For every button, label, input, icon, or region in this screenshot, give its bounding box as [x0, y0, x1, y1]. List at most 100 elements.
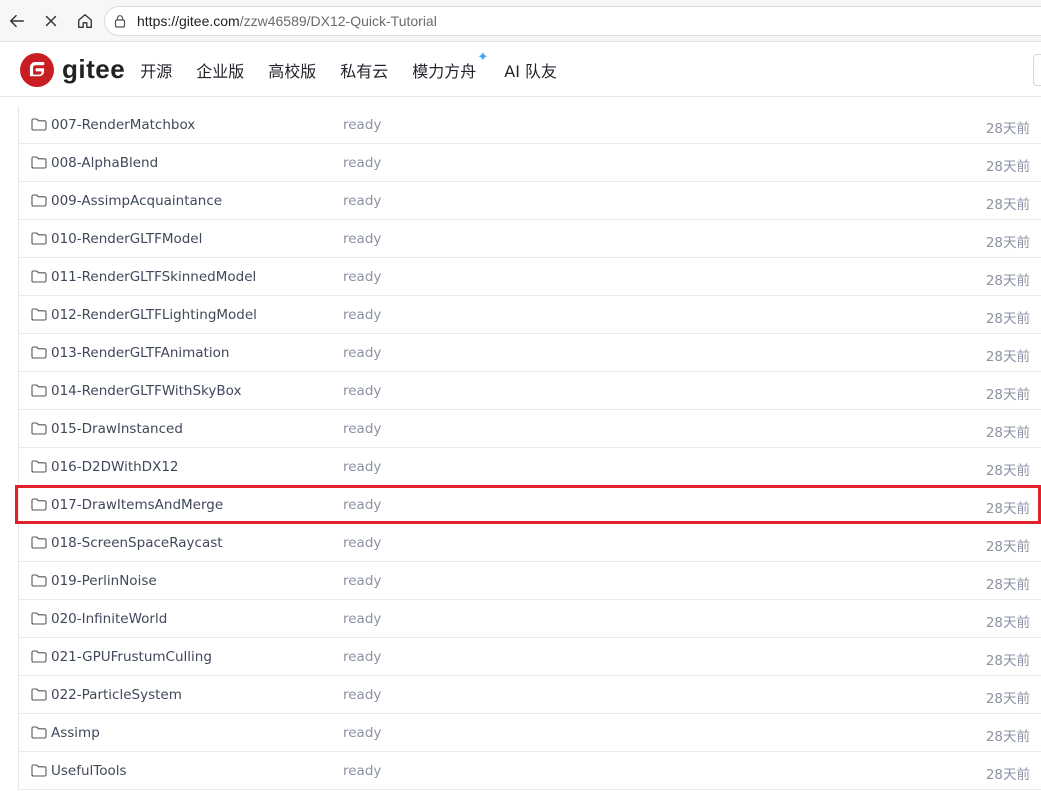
commit-message-link[interactable]: ready	[343, 459, 381, 475]
nav-item-moark[interactable]: 模力方舟 ✦	[412, 50, 488, 82]
commit-time: 28天前	[985, 539, 1030, 555]
commit-time: 28天前	[985, 691, 1030, 707]
commit-message-link[interactable]: ready	[343, 611, 381, 627]
file-name-link[interactable]: 021-GPUFrustumCulling	[51, 649, 212, 665]
file-name-link[interactable]: 019-PerlinNoise	[51, 573, 157, 589]
file-name-link[interactable]: 016-D2DWithDX12	[51, 459, 179, 475]
stop-button[interactable]	[34, 4, 68, 38]
commit-time: 28天前	[985, 729, 1030, 745]
table-row[interactable]: 007-RenderMatchbox ready 28天前	[19, 106, 1041, 144]
nav-item-private-cloud[interactable]: 私有云	[340, 58, 388, 82]
table-row[interactable]: 009-AssimpAcquaintance ready 28天前	[19, 182, 1041, 220]
commit-message-link[interactable]: ready	[343, 535, 381, 551]
table-row[interactable]: 018-ScreenSpaceRaycast ready 28天前	[19, 524, 1041, 562]
folder-icon	[31, 232, 47, 245]
file-name-link[interactable]: 009-AssimpAcquaintance	[51, 193, 222, 209]
table-row[interactable]: 020-InfiniteWorld ready 28天前	[19, 600, 1041, 638]
folder-icon	[31, 764, 47, 777]
table-row[interactable]: Assimp ready 28天前	[19, 714, 1041, 752]
file-name-link[interactable]: 011-RenderGLTFSkinnedModel	[51, 269, 256, 285]
commit-time: 28天前	[985, 349, 1030, 365]
table-row[interactable]: 017-DrawItemsAndMerge ready 28天前	[19, 486, 1041, 524]
back-button[interactable]	[0, 4, 34, 38]
commit-message-link[interactable]: ready	[343, 763, 381, 779]
nav-item-enterprise[interactable]: 企业版	[196, 58, 244, 82]
commit-message-link[interactable]: ready	[343, 497, 381, 513]
table-row[interactable]: 015-DrawInstanced ready 28天前	[19, 410, 1041, 448]
commit-message-link[interactable]: ready	[343, 269, 381, 285]
commit-time: 28天前	[985, 121, 1030, 137]
folder-icon	[31, 498, 47, 511]
file-name-link[interactable]: 010-RenderGLTFModel	[51, 231, 202, 247]
commit-message-link[interactable]: ready	[343, 307, 381, 323]
gitee-logo[interactable]: gitee	[20, 52, 126, 87]
arrow-left-icon	[9, 14, 25, 27]
commit-time: 28天前	[985, 501, 1030, 517]
folder-icon	[31, 346, 47, 359]
table-row[interactable]: 022-ParticleSystem ready 28天前	[19, 676, 1041, 714]
gitee-logo-icon	[20, 52, 54, 87]
commit-message-link[interactable]: ready	[343, 725, 381, 741]
nav-item-opensource[interactable]: 开源	[140, 58, 172, 82]
file-name-link[interactable]: 022-ParticleSystem	[51, 687, 182, 703]
file-name-link[interactable]: 008-AlphaBlend	[51, 155, 158, 171]
commit-message-link[interactable]: ready	[343, 421, 381, 437]
commit-time: 28天前	[985, 159, 1030, 175]
table-row[interactable]: 013-RenderGLTFAnimation ready 28天前	[19, 334, 1041, 372]
nav-item-education[interactable]: 高校版	[268, 58, 316, 82]
close-icon	[45, 15, 57, 26]
folder-icon	[31, 270, 47, 283]
file-name-link[interactable]: UsefulTools	[51, 763, 127, 779]
folder-icon	[31, 460, 47, 473]
table-row[interactable]: 016-D2DWithDX12 ready 28天前	[19, 448, 1041, 486]
file-name-link[interactable]: Assimp	[51, 725, 100, 741]
logo-text: gitee	[62, 54, 126, 84]
header-search-box[interactable]	[1033, 54, 1041, 86]
main-nav: 开源 企业版 高校版 私有云 模力方舟 ✦ AI 队友	[140, 50, 581, 82]
site-header: gitee 开源 企业版 高校版 私有云 模力方舟 ✦ AI 队友	[0, 43, 1041, 97]
commit-time: 28天前	[985, 463, 1030, 479]
commit-time: 28天前	[985, 387, 1030, 403]
table-row[interactable]: 010-RenderGLTFModel ready 28天前	[19, 220, 1041, 258]
browser-toolbar: https://gitee.com/zzw46589/DX12-Quick-Tu…	[0, 0, 1041, 42]
address-bar[interactable]: https://gitee.com/zzw46589/DX12-Quick-Tu…	[104, 6, 1041, 36]
file-name-link[interactable]: 015-DrawInstanced	[51, 421, 183, 437]
commit-message-link[interactable]: ready	[343, 231, 381, 247]
file-name-link[interactable]: 020-InfiniteWorld	[51, 611, 167, 627]
table-row[interactable]: 014-RenderGLTFWithSkyBox ready 28天前	[19, 372, 1041, 410]
commit-message-link[interactable]: ready	[343, 193, 381, 209]
home-button[interactable]	[68, 4, 102, 38]
folder-icon	[31, 384, 47, 397]
file-list: 007-RenderMatchbox ready 28天前 008-AlphaBlen…	[18, 106, 1041, 790]
table-row[interactable]: 011-RenderGLTFSkinnedModel ready 28天前	[19, 258, 1041, 296]
commit-message-link[interactable]: ready	[343, 345, 381, 361]
nav-item-moark-label: 模力方舟	[412, 61, 477, 81]
commit-time: 28天前	[985, 425, 1030, 441]
table-row[interactable]: 021-GPUFrustumCulling ready 28天前	[19, 638, 1041, 676]
commit-message-link[interactable]: ready	[343, 117, 381, 133]
folder-icon	[31, 726, 47, 739]
commit-message-link[interactable]: ready	[343, 573, 381, 589]
lock-icon	[114, 15, 126, 28]
commit-message-link[interactable]: ready	[343, 687, 381, 703]
commit-time: 28天前	[985, 577, 1030, 593]
file-name-link[interactable]: 014-RenderGLTFWithSkyBox	[51, 383, 241, 399]
commit-message-link[interactable]: ready	[343, 383, 381, 399]
file-name-link[interactable]: 018-ScreenSpaceRaycast	[51, 535, 223, 551]
file-name-link[interactable]: 012-RenderGLTFLightingModel	[51, 307, 257, 323]
folder-icon	[31, 194, 47, 207]
file-name-link[interactable]: 007-RenderMatchbox	[51, 117, 195, 133]
file-name-link[interactable]: 013-RenderGLTFAnimation	[51, 345, 229, 361]
commit-message-link[interactable]: ready	[343, 649, 381, 665]
table-row[interactable]: 008-AlphaBlend ready 28天前	[19, 144, 1041, 182]
sparkle-icon: ✦	[477, 49, 489, 65]
nav-item-ai-teammate[interactable]: AI 队友	[504, 58, 557, 82]
table-row[interactable]: 019-PerlinNoise ready 28天前	[19, 562, 1041, 600]
file-name-link[interactable]: 017-DrawItemsAndMerge	[51, 497, 223, 513]
commit-message-link[interactable]: ready	[343, 155, 381, 171]
table-row[interactable]: 012-RenderGLTFLightingModel ready 28天前	[19, 296, 1041, 334]
table-row[interactable]: UsefulTools ready 28天前	[19, 752, 1041, 790]
commit-time: 28天前	[985, 311, 1030, 327]
folder-icon	[31, 422, 47, 435]
home-icon	[78, 13, 92, 28]
